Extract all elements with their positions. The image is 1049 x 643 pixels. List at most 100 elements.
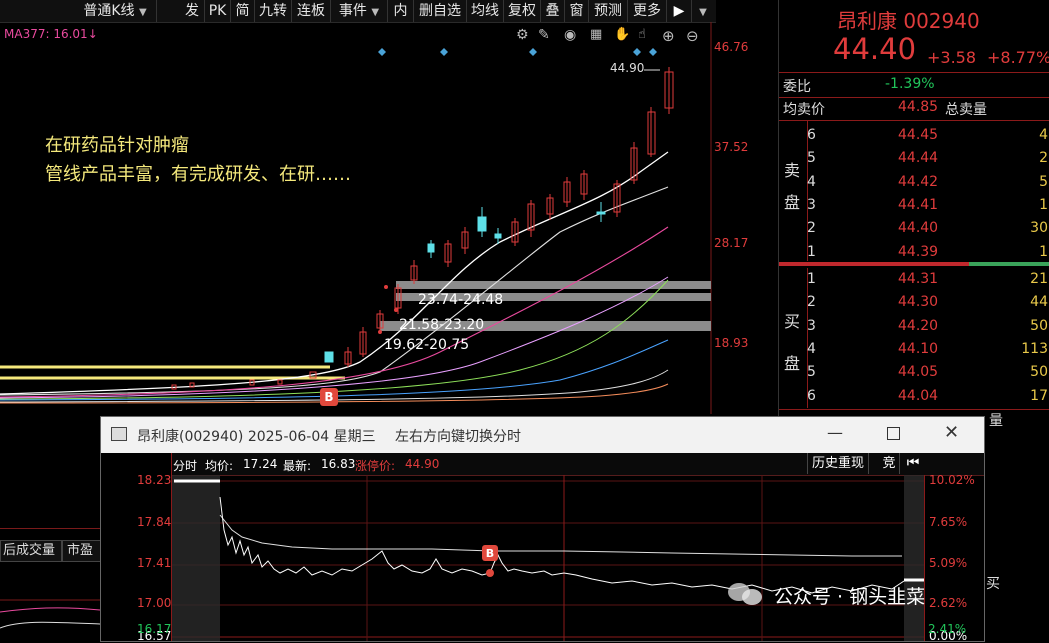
- chevron-down-icon: ▼: [138, 7, 147, 18]
- order-volume: 50: [1030, 364, 1048, 381]
- mode-label: 分时: [173, 459, 198, 473]
- pen-icon[interactable]: ✎: [538, 27, 550, 43]
- zoom-in-icon[interactable]: ⊕: [662, 27, 675, 45]
- minimize-icon[interactable]: —: [827, 423, 843, 442]
- toolbar-forecast-button[interactable]: 预测: [589, 0, 628, 22]
- candle: [477, 216, 487, 232]
- zoom-out-icon[interactable]: ⊖: [686, 27, 699, 45]
- chart-tool-icons: ⚙ ✎ ◉ ▦ ✋ ☝ ⊕ ⊖: [516, 27, 708, 45]
- stock-name: 昂利康 002940: [837, 9, 980, 33]
- level-number: 5: [807, 150, 816, 167]
- order-price: 44.10: [898, 340, 939, 357]
- ask-row[interactable]: 4 44.42 5: [779, 171, 1049, 194]
- popup-hint: 左右方向键切换分时: [395, 429, 521, 445]
- price-line: [219, 496, 905, 594]
- toolbar-nei-button[interactable]: 内: [388, 0, 414, 22]
- expand-icon[interactable]: ▶: [667, 0, 692, 22]
- toolbar-jian-button[interactable]: 简: [231, 0, 255, 22]
- price-level-2: 37.52: [714, 140, 749, 154]
- toolbar-more-button[interactable]: 更多: [628, 0, 667, 22]
- toolbar-jiuzhuan-button[interactable]: 九转: [255, 0, 292, 22]
- ask-row[interactable]: 2 44.40 30: [779, 217, 1049, 240]
- bid-row[interactable]: 5 44.05 50: [779, 361, 1049, 384]
- level-number: 6: [807, 127, 816, 143]
- buy-signal-label: B: [485, 547, 495, 560]
- chart-toolbar: 普通K线 ▼ 发 PK 简 九转 连板 事件 ▼ 内 删自选 均线 复权 叠 窗…: [0, 0, 716, 23]
- y-pct-tick: 2.62%: [929, 596, 968, 610]
- level-number: 3: [807, 196, 816, 213]
- level-number: 2: [807, 294, 816, 311]
- auction-button[interactable]: 竞: [879, 453, 900, 474]
- maximize-icon[interactable]: [887, 427, 900, 440]
- low-dot: [384, 285, 388, 289]
- toolbar-window-button[interactable]: 窗: [565, 0, 589, 22]
- latest-price-label: 最新:: [283, 459, 312, 473]
- level-number: 5: [807, 364, 816, 381]
- ask-row[interactable]: 3 44.41 1: [779, 194, 1049, 217]
- chevron-down-icon: ▼: [699, 7, 707, 18]
- bid-row[interactable]: 2 44.30 44: [779, 291, 1049, 314]
- avg-label: 均卖价: [783, 102, 825, 118]
- toolbar-adjust-button[interactable]: 复权: [504, 0, 541, 22]
- ma377-value: MA377: 16.01: [4, 27, 88, 41]
- close-auction-area: [904, 475, 924, 641]
- annotation-line-1: 在研药品针对肿瘤: [45, 135, 189, 156]
- tab-volume[interactable]: 后成交量: [0, 540, 62, 562]
- toolbar-delete-favorite-button[interactable]: 删自选: [414, 0, 467, 22]
- order-price: 44.39: [898, 243, 939, 260]
- ma10-line: [0, 186, 669, 396]
- price-level-1: 46.76: [714, 40, 749, 54]
- price-level-3: 28.17: [714, 236, 749, 250]
- intraday-chart[interactable]: [172, 475, 924, 641]
- y-tick: 16.17: [137, 622, 172, 636]
- kline-chart[interactable]: MA377: 16.01↓ ⚙ ✎ ◉ ▦ ✋ ☝ ⊕ ⊖ 46.76 37.5…: [0, 22, 776, 414]
- tab-pe[interactable]: 市盈: [62, 540, 104, 562]
- toolbar-lianban-button[interactable]: 连板: [292, 0, 331, 22]
- kline-type-button[interactable]: 普通K线 ▼: [74, 0, 157, 22]
- close-icon[interactable]: ✕: [944, 422, 959, 443]
- order-volume: 44: [1030, 294, 1048, 311]
- toolbar-event-button[interactable]: 事件 ▼: [331, 0, 388, 22]
- ask-row[interactable]: 5 44.44 2: [779, 147, 1049, 170]
- pointer-icon[interactable]: ☝: [638, 27, 646, 42]
- popup-titlebar[interactable]: 昂利康(002940) 2025-06-04 星期三 左右方向键切换分时 — ✕: [101, 417, 984, 453]
- low-dot: [378, 330, 382, 334]
- total-sell-label: 总卖量: [945, 102, 987, 118]
- skip-back-icon[interactable]: ⏮: [902, 453, 924, 474]
- bid-row[interactable]: 3 44.20 50: [779, 315, 1049, 338]
- sub-chart-line: [0, 621, 100, 629]
- order-price: 44.30: [898, 294, 939, 311]
- order-price: 44.31: [898, 271, 939, 287]
- toolbar-overlay-button[interactable]: 叠: [541, 0, 565, 22]
- intraday-info-bar: 分时 均价: 17.24 最新: 16.83 涨停价: 44.90 历史重现 竞…: [171, 453, 984, 476]
- sub-chart-line: [0, 607, 100, 613]
- divider: [779, 120, 1049, 121]
- candle: [324, 351, 334, 363]
- toolbar-pk-button[interactable]: PK: [205, 0, 231, 22]
- hand-icon[interactable]: ✋: [614, 27, 630, 42]
- low-dot: [394, 308, 398, 312]
- candle: [596, 211, 606, 215]
- bid-row[interactable]: 4 44.10 113: [779, 338, 1049, 361]
- signal-diamonds: [378, 48, 657, 56]
- ask-row[interactable]: 1 44.39 1: [779, 241, 1049, 264]
- order-volume: 4: [1039, 127, 1048, 143]
- settings-icon[interactable]: ⚙: [516, 27, 529, 43]
- bid-row[interactable]: 6 44.04 17: [779, 385, 1049, 408]
- high-marker: 44.90: [610, 61, 645, 75]
- toolbar-fa-button[interactable]: 发: [180, 0, 205, 22]
- candle: [494, 233, 502, 239]
- grid-icon[interactable]: ▦: [590, 27, 602, 42]
- history-replay-button[interactable]: 历史重现: [807, 453, 870, 474]
- candle: [427, 243, 435, 253]
- toolbar-dropdown-icon[interactable]: ▼: [692, 0, 714, 22]
- eye-icon[interactable]: ◉: [564, 27, 576, 43]
- level-number: 3: [807, 317, 816, 334]
- order-price: 44.20: [898, 317, 939, 334]
- order-price: 44.05: [898, 364, 939, 381]
- ask-row[interactable]: 6 44.45 4: [779, 124, 1049, 147]
- toolbar-ma-button[interactable]: 均线: [467, 0, 504, 22]
- bid-row[interactable]: 1 44.31 21: [779, 268, 1049, 291]
- zone-label-2: 21.58-23.20: [399, 317, 485, 333]
- quote-panel: 昂利康 002940 44.40 +3.58 +8.77% 委比 -1.39% …: [778, 0, 1049, 429]
